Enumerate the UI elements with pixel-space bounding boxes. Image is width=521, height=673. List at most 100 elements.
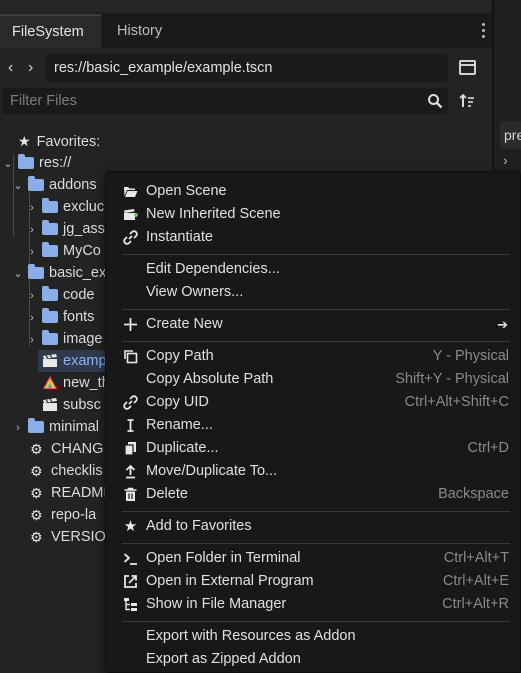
- menu-item-copy-path[interactable]: Copy Path Y - Physical: [106, 345, 520, 368]
- chevron-right-icon[interactable]: ›: [26, 329, 38, 351]
- menu-separator: [122, 621, 510, 622]
- tree-item-file[interactable]: ⚙ checklis: [30, 460, 103, 482]
- menu-item-copy-uid[interactable]: Copy UID Ctrl+Alt+Shift+C: [106, 391, 520, 414]
- tree-item-addon[interactable]: › MyCo: [26, 240, 101, 262]
- menu-item-show-in-file-manager[interactable]: Show in File Manager Ctrl+Alt+R: [106, 593, 520, 616]
- tree-item-subscene[interactable]: subsc: [42, 394, 101, 416]
- tree-item-file[interactable]: ⚙ VERSIO: [30, 526, 106, 548]
- menu-item-open-in-external-program[interactable]: Open in External Program Ctrl+Alt+E: [106, 570, 520, 593]
- menu-item-open-folder-in-terminal[interactable]: Open Folder in Terminal Ctrl+Alt+T: [106, 547, 520, 570]
- back-button[interactable]: ‹: [8, 59, 13, 77]
- filter-files-input[interactable]: Filter Files: [2, 88, 448, 114]
- folder-open-icon: [124, 187, 138, 197]
- folder-icon: [42, 198, 58, 214]
- menu-item-view-owners[interactable]: View Owners...: [106, 281, 520, 304]
- context-menu: Open Scene New Inherited Scene Instantia…: [105, 171, 521, 673]
- chevron-down-icon[interactable]: ⌄: [2, 153, 14, 175]
- gear-icon: ⚙: [30, 441, 43, 458]
- tree-item-addon[interactable]: › excluc: [26, 196, 104, 218]
- menu-separator: [122, 309, 510, 310]
- menu-item-move-duplicate-to[interactable]: Move/Duplicate To...: [106, 460, 520, 483]
- folder-icon: [42, 286, 58, 302]
- menu-separator: [122, 543, 510, 544]
- clapboard-plus-icon: [124, 209, 138, 220]
- dock-tabbar: FileSystem History: [0, 14, 492, 48]
- text-cursor-icon: [127, 419, 134, 432]
- menu-item-copy-absolute-path[interactable]: Copy Absolute Path Shift+Y - Physical: [106, 368, 520, 391]
- theme-icon: [43, 376, 57, 390]
- right-dock-tab[interactable]: pre: [500, 121, 521, 149]
- tree-item-code[interactable]: › code: [26, 284, 94, 306]
- external-link-icon: [124, 575, 137, 588]
- tree-item-example-scene[interactable]: examp: [38, 350, 108, 372]
- path-bar: ‹ › res://basic_example/example.tscn: [0, 54, 492, 84]
- trash-icon: [124, 487, 137, 501]
- folder-icon: [28, 418, 44, 434]
- menu-item-export-with-resources[interactable]: Export with Resources as Addon: [106, 625, 520, 648]
- tree-item-addon[interactable]: › jg_ass: [26, 218, 105, 240]
- clapboard-icon: [43, 354, 57, 368]
- gear-icon: ⚙: [30, 463, 43, 480]
- file-tree-icon: [124, 598, 137, 611]
- star-icon: ★: [123, 518, 138, 535]
- gear-icon: ⚙: [30, 485, 43, 502]
- chevron-right-icon[interactable]: ›: [26, 307, 38, 329]
- path-input[interactable]: res://basic_example/example.tscn: [46, 54, 448, 82]
- search-icon[interactable]: [427, 93, 443, 109]
- tab-filesystem[interactable]: FileSystem: [0, 14, 101, 48]
- sort-icon[interactable]: [459, 93, 475, 109]
- chevron-down-icon[interactable]: ⌄: [12, 263, 24, 285]
- chevron-right-icon[interactable]: ›: [26, 285, 38, 307]
- menu-item-create-new[interactable]: Create New ➔: [106, 313, 520, 336]
- tree-item-fonts[interactable]: › fonts: [26, 306, 94, 328]
- upload-arrow-icon: [125, 464, 136, 479]
- split-view-icon[interactable]: [459, 60, 476, 75]
- folder-icon: [28, 176, 44, 192]
- top-panel-strip: [0, 0, 492, 14]
- tree-item-minimal[interactable]: › minimal: [12, 416, 99, 438]
- tree-item-images[interactable]: › image: [26, 328, 103, 350]
- chevron-right-icon[interactable]: ›: [503, 152, 508, 168]
- menu-separator: [122, 254, 510, 255]
- tree-item-file[interactable]: ⚙ repo-la: [30, 504, 96, 526]
- chevron-right-icon[interactable]: ›: [26, 219, 38, 241]
- chevron-right-icon[interactable]: ›: [26, 197, 38, 219]
- menu-separator: [122, 511, 510, 512]
- forward-button[interactable]: ›: [28, 59, 33, 77]
- tree-item-new-theme[interactable]: new_th: [42, 372, 110, 394]
- tree-item-basic-example[interactable]: ⌄ basic_ex: [12, 262, 106, 284]
- tree-item-root[interactable]: ⌄ res://: [2, 152, 71, 174]
- link-icon: [123, 395, 138, 410]
- favorites-row[interactable]: ★ Favorites:: [18, 130, 100, 152]
- menu-item-open-scene[interactable]: Open Scene: [106, 180, 520, 203]
- folder-icon: [42, 330, 58, 346]
- gear-icon: ⚙: [30, 507, 43, 524]
- chevron-right-icon[interactable]: ›: [26, 241, 38, 263]
- menu-item-delete[interactable]: Delete Backspace: [106, 483, 520, 506]
- kebab-menu-icon[interactable]: [480, 22, 486, 40]
- menu-item-edit-dependencies[interactable]: Edit Dependencies...: [106, 258, 520, 281]
- folder-icon: [42, 308, 58, 324]
- menu-item-new-inherited-scene[interactable]: New Inherited Scene: [106, 203, 520, 226]
- menu-item-add-to-favorites[interactable]: ★ Add to Favorites: [106, 515, 520, 538]
- folder-icon: [18, 154, 34, 170]
- menu-item-export-zipped[interactable]: Export as Zipped Addon: [106, 648, 520, 671]
- filter-bar: Filter Files: [0, 88, 492, 116]
- chevron-down-icon[interactable]: ⌄: [12, 175, 24, 197]
- terminal-icon: [123, 553, 137, 565]
- menu-separator: [122, 341, 510, 342]
- tab-history[interactable]: History: [101, 14, 181, 48]
- tree-item-addons[interactable]: ⌄ addons: [12, 174, 97, 196]
- submenu-arrow-icon: ➔: [497, 317, 508, 332]
- tree-item-file[interactable]: ⚙ CHANG: [30, 438, 103, 460]
- plus-icon: [124, 318, 137, 331]
- menu-item-instantiate[interactable]: Instantiate: [106, 226, 520, 249]
- folder-icon: [42, 220, 58, 236]
- star-icon: ★: [18, 133, 31, 149]
- duplicate-icon: [124, 442, 136, 456]
- menu-item-rename[interactable]: Rename...: [106, 414, 520, 437]
- menu-item-duplicate[interactable]: Duplicate... Ctrl+D: [106, 437, 520, 460]
- tree-item-file[interactable]: ⚙ READMI: [30, 482, 107, 504]
- folder-icon: [28, 264, 44, 280]
- chevron-right-icon[interactable]: ›: [12, 417, 24, 439]
